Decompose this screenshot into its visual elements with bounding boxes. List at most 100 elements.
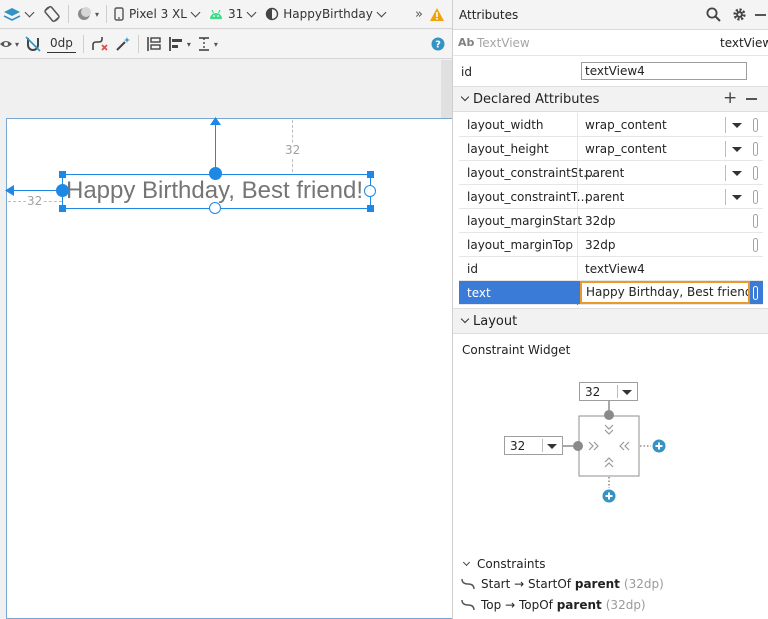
constraints-title[interactable]: Constraints	[477, 557, 545, 571]
resize-handle-bottom-right[interactable]	[367, 205, 374, 212]
resource-picker-icon[interactable]	[753, 142, 758, 156]
attribute-value[interactable]: wrap_content	[585, 142, 667, 156]
declared-attributes-header[interactable]: Declared Attributes +	[453, 86, 768, 112]
resize-handle-bottom-left[interactable]	[59, 205, 66, 212]
chevron-down-icon	[460, 314, 470, 324]
attribute-row[interactable]: layout_constraintSt... parent	[459, 161, 763, 185]
rotate-device-icon	[44, 5, 60, 23]
constraint-margin: (32dp)	[605, 598, 646, 612]
constraint-row[interactable]: Top → TopOf parent (32dp)	[461, 598, 646, 612]
toolbar-divider	[82, 35, 84, 53]
attribute-name: layout_constraintT...	[467, 190, 589, 204]
search-icon[interactable]	[706, 7, 721, 22]
resource-picker-icon[interactable]	[753, 214, 758, 228]
start-constraint-line	[12, 190, 62, 191]
dropdown-arrow-icon[interactable]	[732, 147, 742, 152]
attribute-row[interactable]: layout_width wrap_content	[459, 113, 763, 137]
attribute-row[interactable]: layout_marginStart 32dp	[459, 209, 763, 233]
api-level-value: 31	[227, 7, 244, 21]
layers-icon	[3, 8, 21, 21]
attribute-row[interactable]: layout_marginTop 32dp	[459, 233, 763, 257]
theme-name: HappyBirthday	[283, 7, 373, 21]
device-selector[interactable]: Pixel 3 XL	[111, 2, 206, 26]
arrow-left-icon	[5, 185, 14, 196]
start-anchor[interactable]	[56, 184, 69, 197]
pack-button[interactable]	[143, 32, 165, 56]
dropdown-arrow-icon[interactable]	[732, 195, 742, 200]
attribute-row-selected[interactable]: text Happy Birthday, Best friend!	[459, 281, 763, 305]
attribute-value[interactable]: 32dp	[585, 214, 616, 228]
chevron-down-icon	[460, 92, 470, 102]
night-mode-button[interactable]: ▾	[73, 2, 102, 26]
textview-text[interactable]: Happy Birthday, Best friend!	[66, 177, 363, 205]
pack-icon	[147, 37, 161, 51]
id-input[interactable]: textView4	[581, 62, 747, 80]
constraint-icon	[461, 578, 475, 590]
attribute-value[interactable]: 32dp	[585, 238, 616, 252]
attribute-value[interactable]: parent	[585, 166, 624, 180]
top-margin-dropdown[interactable]: 32	[579, 382, 638, 401]
theme-selector[interactable]: HappyBirthday	[262, 2, 392, 26]
design-surface-button[interactable]	[0, 2, 40, 26]
attribute-row[interactable]: layout_constraintT... parent	[459, 185, 763, 209]
autoconnect-button[interactable]	[22, 32, 44, 56]
end-anchor[interactable]	[364, 185, 376, 197]
constraint-row[interactable]: Start → StartOf parent (32dp)	[461, 577, 664, 591]
top-anchor[interactable]	[209, 167, 222, 180]
design-editor: ▾ Pixel 3 XL 31 HappyBirthday » ▾ 0dp ▾ …	[0, 0, 452, 619]
remove-attribute-icon[interactable]	[746, 98, 757, 100]
clear-constraints-button[interactable]	[88, 32, 112, 56]
add-attribute-icon[interactable]: +	[723, 88, 737, 108]
attribute-row[interactable]: layout_height wrap_content	[459, 137, 763, 161]
default-margin-selector[interactable]: 0dp	[44, 32, 79, 56]
overflow-icon[interactable]: »	[412, 2, 426, 26]
bottom-anchor[interactable]	[209, 202, 221, 214]
align-left-icon	[168, 37, 182, 51]
resource-picker-icon[interactable]	[753, 190, 758, 204]
start-margin-dropdown[interactable]: 32	[504, 436, 563, 455]
dropdown-arrow-icon[interactable]	[732, 171, 742, 176]
infer-constraints-button[interactable]	[112, 32, 134, 56]
add-end-constraint-icon[interactable]	[652, 439, 666, 453]
dropdown-arrow-icon[interactable]	[732, 123, 742, 128]
chevron-down-icon	[24, 7, 35, 17]
attribute-value[interactable]: wrap_content	[585, 118, 667, 132]
add-bottom-constraint-icon[interactable]	[602, 489, 616, 503]
attribute-value[interactable]: parent	[585, 190, 624, 204]
attributes-panel: Attributes Ab TextView textView4 id text…	[452, 0, 768, 619]
view-options-button[interactable]: ▾	[0, 32, 22, 56]
resize-handle-top-right[interactable]	[367, 171, 374, 178]
attribute-value[interactable]: textView4	[585, 262, 645, 276]
column-divider	[577, 257, 578, 281]
layout-section-title: Layout	[473, 314, 518, 329]
textview-type-icon: Ab	[458, 36, 475, 49]
toolbar-divider	[137, 35, 139, 53]
component-header: Ab TextView textView4	[453, 31, 768, 56]
layout-toolbar: ▾ 0dp ▾ ▾ ?	[0, 30, 452, 59]
resource-picker-icon[interactable]	[753, 238, 758, 252]
align-button[interactable]: ▾	[165, 32, 194, 56]
top-margin-label: 32	[284, 143, 302, 157]
chevron-down-icon[interactable]	[462, 558, 471, 567]
attribute-name: id	[467, 262, 478, 276]
gear-icon[interactable]	[732, 7, 747, 22]
layout-section-header[interactable]: Layout	[453, 308, 768, 334]
guidelines-button[interactable]: ▾	[194, 32, 221, 56]
minimize-icon[interactable]	[755, 14, 766, 16]
attribute-row[interactable]: id textView4	[459, 257, 763, 281]
resource-picker-icon[interactable]	[753, 166, 758, 180]
dropdown-divider	[725, 117, 726, 133]
resize-handle-top-left[interactable]	[59, 171, 66, 178]
resource-picker-icon[interactable]	[753, 286, 758, 300]
warning-button[interactable]	[426, 2, 448, 26]
help-button[interactable]: ?	[428, 32, 448, 56]
text-value-editor[interactable]: Happy Birthday, Best friend!	[580, 281, 750, 304]
orientation-button[interactable]	[40, 2, 64, 26]
api-level-selector[interactable]: 31	[206, 2, 262, 26]
dropdown-divider	[725, 189, 726, 205]
resource-picker-icon[interactable]	[753, 118, 758, 132]
eye-icon	[0, 41, 12, 47]
declared-attributes-table: layout_width wrap_content layout_height …	[459, 113, 763, 305]
toolbar-divider	[106, 5, 108, 23]
design-toolbar: ▾ Pixel 3 XL 31 HappyBirthday »	[0, 0, 452, 29]
